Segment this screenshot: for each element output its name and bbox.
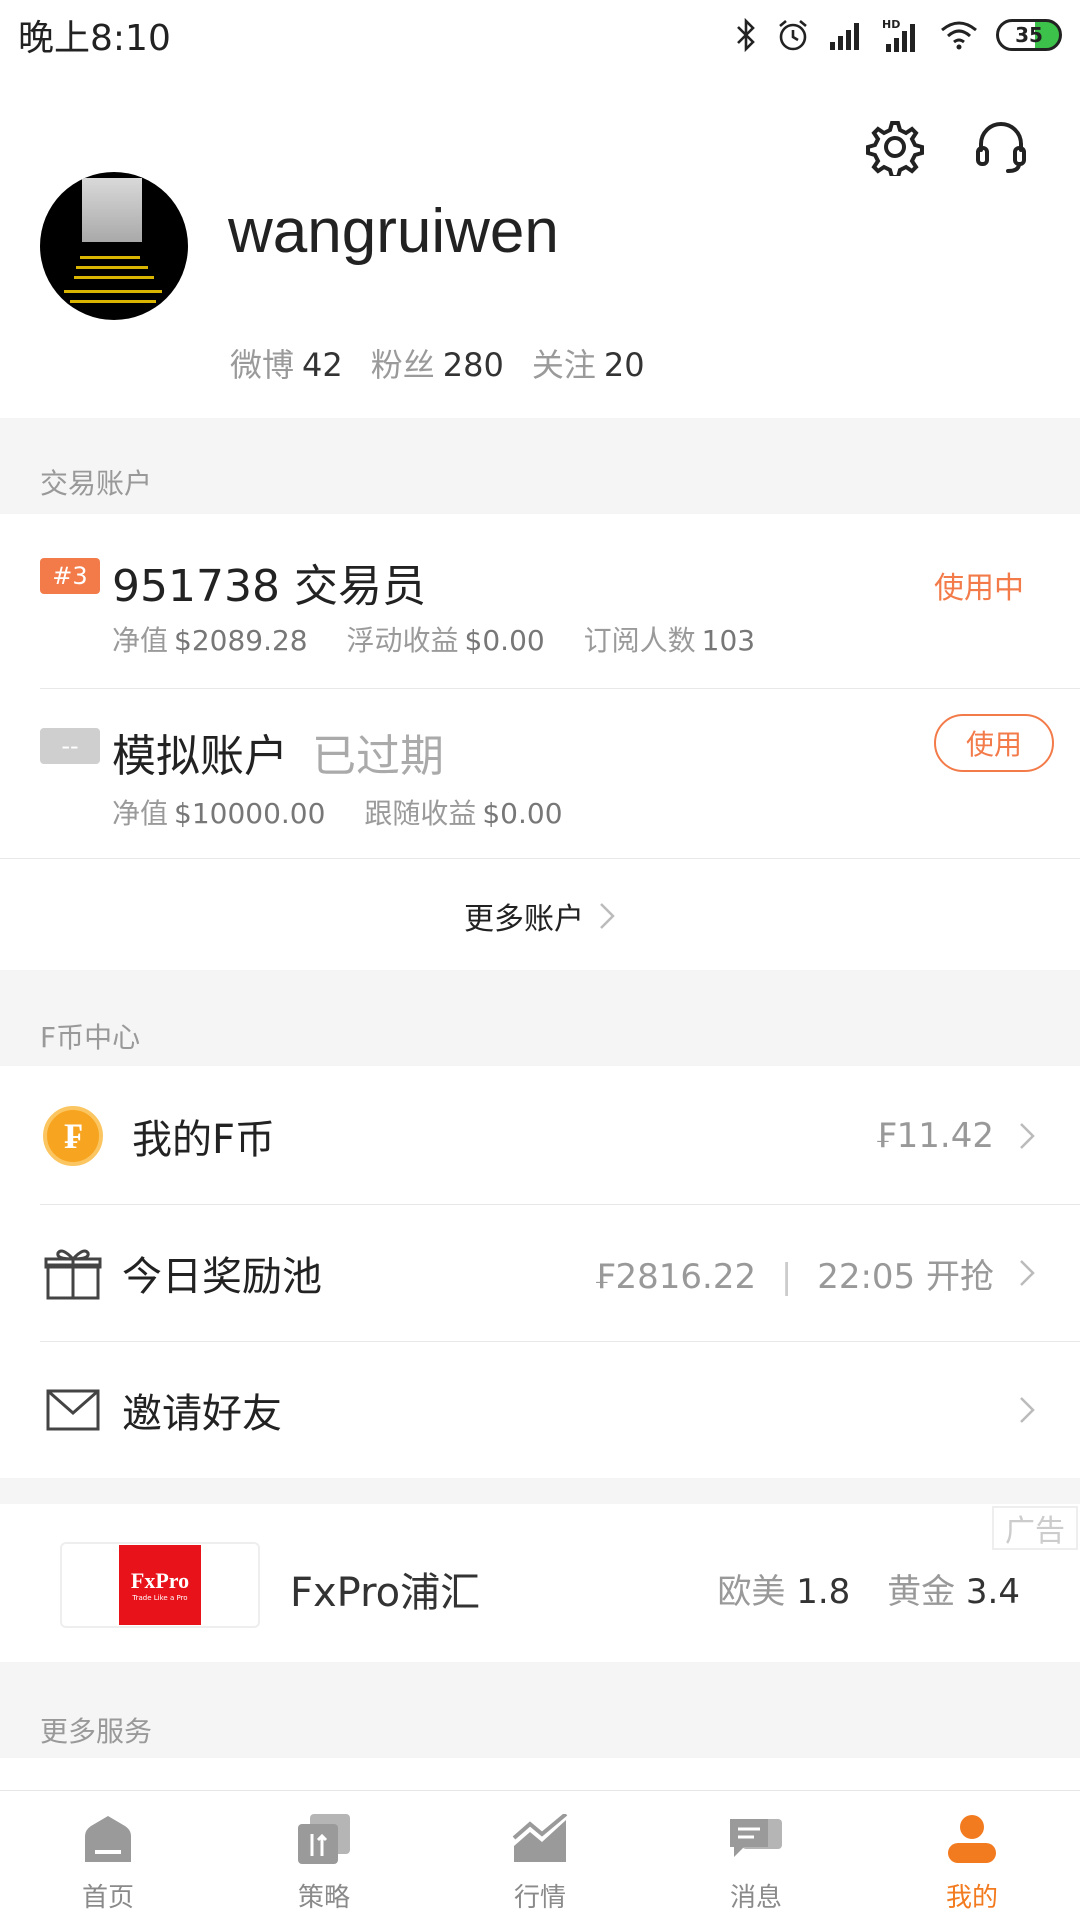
section-title-fcoin: F币中心: [40, 1021, 141, 1054]
mail-icon: [40, 1377, 106, 1443]
avatar-text-line: [80, 256, 140, 259]
account-details: 净值 $2089.28 浮动收益 $0.00 订阅人数 103: [112, 624, 756, 657]
section-header-more-services: [0, 1662, 1080, 1758]
headset-icon: [976, 122, 1026, 173]
nav-me[interactable]: 我的: [864, 1791, 1080, 1920]
account-status-in-use: 使用中: [934, 571, 1024, 606]
stat-weibo[interactable]: 微博 42: [230, 340, 343, 386]
separator: |: [780, 1256, 793, 1297]
strategy-icon: [296, 1811, 352, 1867]
ad-logo-card: FxPro Trade Like a Pro: [60, 1542, 260, 1628]
account-expired-label: 已过期: [312, 731, 444, 782]
fcoin-balance: ₣11.42: [875, 1116, 994, 1156]
hd-signal-icon: HD: [882, 18, 915, 52]
chart-icon: [512, 1811, 568, 1867]
status-icons: HD 35: [734, 18, 1062, 52]
fcoin-icon: ₣: [40, 1103, 106, 1169]
reward-pool-info: ₣2816.22 | 22:05 开抢: [594, 1249, 994, 1298]
account-title: 951738 交易员: [112, 561, 426, 612]
nav-messages[interactable]: 消息: [648, 1791, 864, 1920]
ad-broker-name: FxPro浦汇: [290, 1570, 481, 1616]
row-label: 我的F币: [132, 1117, 276, 1163]
account-rank-tag: #3: [40, 558, 100, 594]
nav-strategy[interactable]: 策略: [216, 1791, 432, 1920]
battery-level: 35: [1015, 23, 1043, 47]
top-actions: [866, 118, 1030, 176]
avatar-text-line: [70, 300, 156, 303]
row-label: 邀请好友: [122, 1391, 282, 1437]
status-time: 晚上8:10: [18, 18, 171, 59]
section-title-trading: 交易账户: [40, 467, 153, 500]
reward-pool-time: 22:05 开抢: [817, 1256, 994, 1297]
section-title-more-services: 更多服务: [40, 1715, 153, 1748]
my-fcoin-row[interactable]: ₣ 我的F币 ₣11.42: [0, 1068, 1080, 1204]
user-icon: [944, 1811, 1000, 1867]
section-spacer: [0, 1478, 1080, 1504]
stat-following[interactable]: 关注 20: [532, 340, 645, 386]
use-account-button[interactable]: 使用: [934, 714, 1054, 772]
avatar-text-line: [74, 276, 154, 279]
chat-icon: [728, 1811, 784, 1867]
nav-market[interactable]: 行情: [432, 1791, 648, 1920]
divider: [0, 858, 1080, 859]
signal-icon: [830, 23, 859, 50]
chevron-right-icon: [1012, 1258, 1042, 1288]
customer-service-button[interactable]: [972, 118, 1030, 176]
chevron-right-icon: [600, 903, 615, 929]
invite-friends-row[interactable]: 邀请好友: [0, 1342, 1080, 1478]
more-accounts-link[interactable]: 更多账户: [0, 880, 1080, 952]
section-header-trading: [0, 418, 1080, 514]
account-title: 模拟账户 已过期: [112, 731, 444, 782]
section-header-fcoin: [0, 970, 1080, 1066]
home-icon: [80, 1811, 136, 1867]
wifi-icon: [941, 21, 977, 50]
avatar-text-line: [64, 290, 162, 293]
row-label: 今日奖励池: [122, 1254, 322, 1300]
avatar-text-line: [76, 266, 148, 269]
svg-text:HD: HD: [882, 18, 900, 31]
nav-home[interactable]: 首页: [0, 1791, 216, 1920]
account-rank-tag: --: [40, 728, 100, 764]
chevron-right-icon: [1012, 1395, 1042, 1425]
account-details: 净值 $10000.00 跟随收益 $0.00: [112, 797, 563, 830]
settings-button[interactable]: [866, 118, 924, 176]
avatar-photo: [82, 178, 142, 242]
ad-badge: 广告: [992, 1506, 1078, 1550]
profile-stats: 微博 42 粉丝 280 关注 20: [230, 340, 645, 386]
reward-pool-row[interactable]: 今日奖励池 ₣2816.22 | 22:05 开抢: [0, 1205, 1080, 1341]
fxpro-logo: FxPro Trade Like a Pro: [119, 1545, 201, 1625]
reward-pool-amount: ₣2816.22: [593, 1256, 757, 1297]
status-bar: 晚上8:10 HD 35: [0, 0, 1080, 70]
alarm-icon: [779, 20, 807, 51]
gift-icon: [40, 1240, 106, 1306]
avatar[interactable]: [40, 172, 188, 320]
bluetooth-icon: [737, 18, 755, 52]
gear-icon: [866, 121, 924, 176]
bottom-navigation: 首页 策略 行情 消息 我的: [0, 1790, 1080, 1920]
stat-fans[interactable]: 粉丝 280: [371, 340, 504, 386]
divider: [40, 688, 1080, 689]
ad-spreads: 欧美 1.8 黄金 3.4: [717, 1572, 1020, 1612]
username: wangruiwen: [228, 197, 559, 266]
chevron-right-icon: [1012, 1121, 1042, 1151]
battery-icon: 35: [996, 19, 1062, 51]
